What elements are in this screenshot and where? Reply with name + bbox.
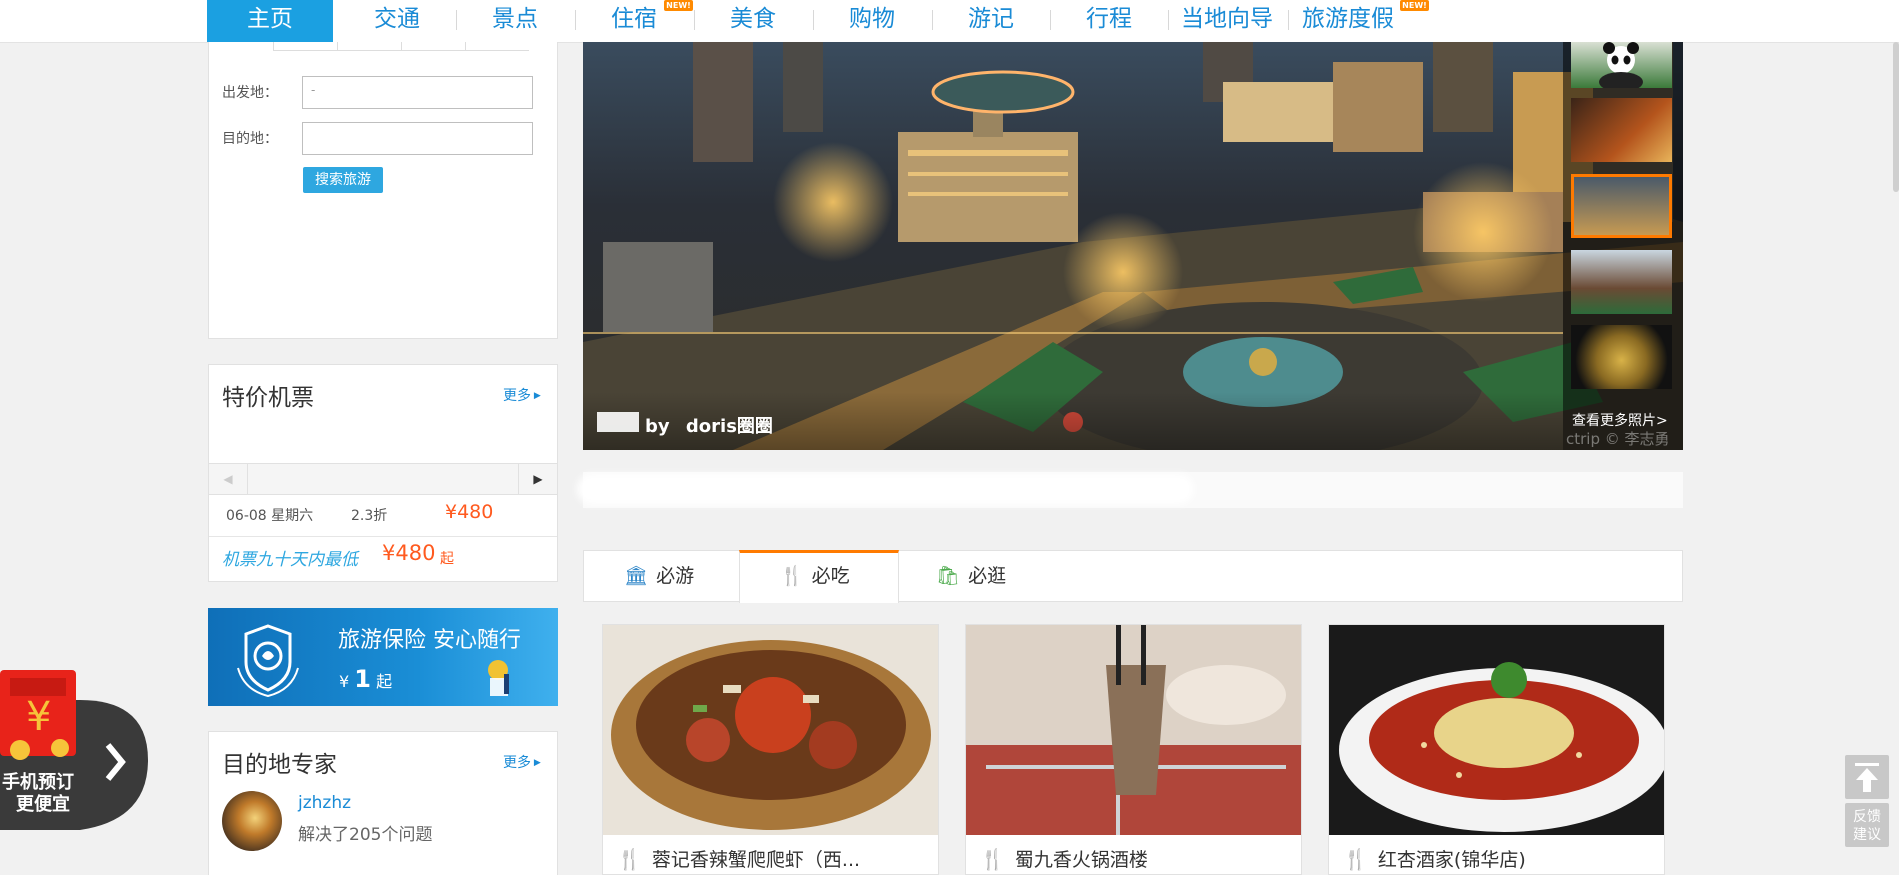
fork-knife-icon: 🍴	[617, 847, 642, 871]
price-suffix: 起	[440, 551, 454, 567]
tab-divider	[401, 42, 402, 50]
tab-must-visit[interactable]: 🏛 必游	[624, 551, 744, 603]
crab-dish-photo	[603, 625, 938, 835]
flights-carousel: ◀ ▶	[209, 463, 557, 495]
thumbnail-hotpot[interactable]	[1571, 98, 1672, 162]
nav-divider	[575, 10, 576, 30]
thumbnail-bronze-mask[interactable]	[1571, 325, 1672, 389]
nav-shopping[interactable]: 购物	[824, 0, 920, 42]
nav-itinerary[interactable]: 行程	[1061, 0, 1157, 42]
carousel-prev-button[interactable]: ◀	[209, 464, 248, 494]
tab-divider	[337, 42, 338, 50]
nav-attractions[interactable]: 景点	[467, 0, 563, 42]
currency-symbol: ¥	[339, 672, 350, 691]
top-nav: 主页 交通 景点 住宿 NEW! 美食 购物 游记 行程 当地向导 旅游度假 N…	[0, 0, 1899, 43]
nav-divider	[456, 10, 457, 30]
search-travel-button[interactable]: 搜索旅游	[303, 167, 383, 193]
insurance-banner[interactable]: 旅游保险 安心随行 ¥ 1 起	[208, 608, 558, 706]
flight-price[interactable]: ¥480	[445, 501, 493, 523]
photo-watermark: ctrip © 李志勇	[1566, 430, 1670, 448]
nav-divider	[813, 10, 814, 30]
promo-text: 手机预订 更便宜	[2, 772, 74, 815]
nav-transport[interactable]: 交通	[349, 0, 445, 42]
food-card[interactable]: 🍴 蜀九香火锅酒楼	[965, 624, 1302, 875]
food-card[interactable]: 🍴 蓉记香辣蟹爬爬虾（西...	[602, 624, 939, 875]
card-title: 🍴 蜀九香火锅酒楼	[980, 847, 1148, 871]
insurance-title: 旅游保险 安心随行	[338, 628, 521, 653]
recommendation-tabs: 🏛 必游 🍴 必吃 🛍 必逛	[583, 550, 1683, 603]
nav-home[interactable]: 主页	[207, 0, 333, 42]
logo-redacted	[597, 412, 639, 432]
mobile-booking-promo[interactable]: ¥ 手机预订 更便宜	[0, 670, 150, 830]
svg-text:¥: ¥	[26, 694, 51, 740]
shopping-bag-icon: 🛍	[936, 565, 961, 587]
insurance-price-value: 1	[354, 665, 371, 693]
feedback-button[interactable]: 反馈建议	[1845, 803, 1889, 847]
nav-local-guide[interactable]: 当地向导	[1177, 0, 1277, 42]
nav-food[interactable]: 美食	[705, 0, 801, 42]
nav-divider	[1288, 10, 1289, 30]
nav-vacation[interactable]: 旅游度假	[1296, 0, 1400, 42]
thumbnail-panda[interactable]	[1571, 42, 1672, 92]
tab-divider	[465, 42, 466, 50]
new-badge: NEW!	[664, 0, 693, 11]
experts-more-link[interactable]: 更多	[503, 752, 541, 772]
back-to-top-button[interactable]	[1845, 755, 1889, 799]
photo-credit: by doris圈圈	[645, 412, 773, 438]
nav-divider	[1168, 10, 1169, 30]
insurance-price: ¥ 1 起	[339, 665, 392, 693]
night-city-photo	[583, 42, 1683, 450]
tab-baseline	[273, 50, 529, 51]
nav-travelogues[interactable]: 游记	[943, 0, 1039, 42]
food-card[interactable]: 🍴 红杏酒家(锦华店)	[1328, 624, 1665, 875]
flight-date: 06-08 星期六	[226, 508, 314, 524]
flights-title: 特价机票	[222, 385, 314, 411]
scrollbar-thumb[interactable]	[1893, 42, 1899, 192]
card-title: 🍴 红杏酒家(锦华店)	[1343, 847, 1526, 871]
new-badge: NEW!	[1400, 0, 1429, 11]
carousel-next-button[interactable]: ▶	[518, 464, 557, 494]
tab-divider	[273, 42, 274, 50]
hotpot-dish-photo	[966, 625, 1301, 835]
panda-icon	[1599, 42, 1643, 92]
flights-lowest-price[interactable]: ¥480	[382, 541, 435, 565]
chicken-dish-photo	[1329, 625, 1664, 835]
expert-username[interactable]: jzhzhz	[298, 793, 351, 813]
avatar[interactable]	[222, 791, 282, 851]
nav-divider	[694, 10, 695, 30]
arrow-up-icon	[1855, 763, 1879, 792]
thumbnail-city-selected[interactable]	[1571, 174, 1672, 238]
experts-title: 目的地专家	[222, 752, 337, 778]
bank-icon: 🏛	[624, 565, 649, 587]
expert-stats: 解决了205个问题	[298, 825, 433, 845]
price-suffix: 起	[376, 672, 393, 691]
fork-knife-icon: 🍴	[780, 565, 804, 587]
credit-by: by	[645, 416, 670, 437]
tab-must-eat[interactable]: 🍴 必吃	[739, 550, 899, 603]
fork-knife-icon: 🍴	[1343, 847, 1368, 871]
to-input[interactable]	[302, 122, 533, 155]
flights-more-link[interactable]: 更多	[503, 385, 541, 405]
fork-knife-icon: 🍴	[980, 847, 1005, 871]
from-input[interactable]: -	[302, 76, 533, 109]
nav-divider	[1050, 10, 1051, 30]
redacted-text	[583, 480, 1188, 498]
credit-author[interactable]: doris圈圈	[686, 416, 773, 437]
flights-slogan: 机票九十天内最低	[222, 550, 358, 570]
redacted-text-bar	[583, 472, 1683, 508]
more-photos-link[interactable]: 查看更多照片>	[1572, 410, 1668, 430]
card-title: 🍴 蓉记香辣蟹爬爬虾（西...	[617, 847, 861, 871]
from-label: 出发地：	[222, 85, 278, 101]
tab-must-shop[interactable]: 🛍 必逛	[936, 551, 1056, 603]
thumbnail-temple[interactable]	[1571, 250, 1672, 314]
to-label: 目的地：	[222, 131, 278, 147]
city-photo[interactable]: by doris圈圈 查看更多照片> ctrip © 李志勇	[583, 42, 1683, 450]
divider	[209, 536, 557, 537]
nav-divider	[932, 10, 933, 30]
flight-discount: 2.3折	[351, 508, 388, 524]
